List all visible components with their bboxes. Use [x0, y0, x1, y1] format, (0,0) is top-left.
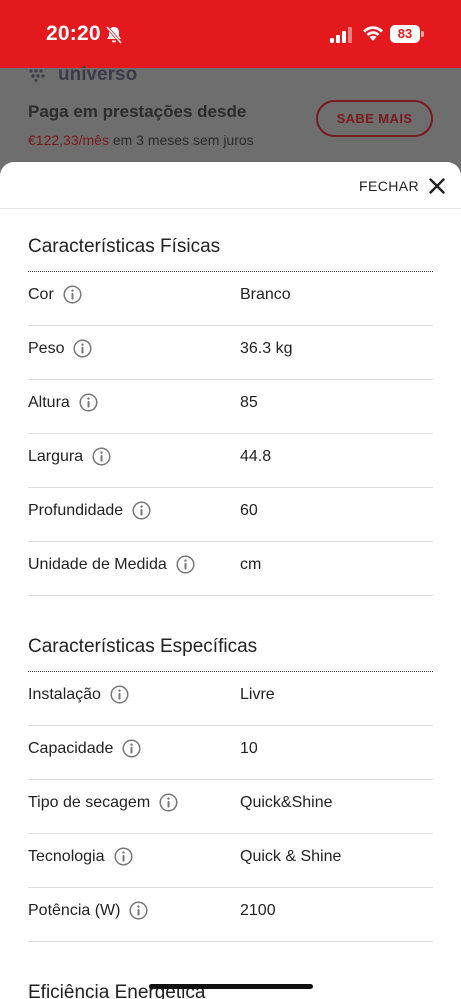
spec-label-text: Tipo de secagem: [28, 793, 151, 811]
info-icon[interactable]: [79, 393, 98, 412]
spec-row: Unidade de Medida cm: [28, 542, 433, 596]
battery-level: 83: [390, 25, 420, 43]
spec-value: 85: [240, 394, 258, 411]
info-icon[interactable]: [73, 339, 93, 358]
spec-row: Tipo de secagem Quick&Shine: [28, 780, 433, 834]
info-icon[interactable]: [63, 285, 82, 304]
spec-row: Profundidade 60: [28, 488, 433, 542]
info-icon[interactable]: [159, 793, 178, 812]
info-icon[interactable]: [92, 447, 111, 466]
spec-row: Tecnologia Quick & Shine: [28, 834, 433, 888]
spec-label: Tecnologia: [28, 847, 133, 866]
spec-row: Altura 85: [28, 380, 433, 434]
spec-label: Profundidade: [28, 501, 151, 520]
info-icon[interactable]: [110, 685, 129, 704]
battery-cap: [421, 31, 424, 37]
installment-terms: em 3 meses sem juros: [108, 132, 254, 148]
wifi-icon: [363, 26, 383, 41]
info-icon[interactable]: [113, 847, 133, 866]
universo-logo: universo: [28, 64, 137, 86]
spec-value: 2100: [240, 902, 276, 919]
spec-label: Instalação: [28, 685, 129, 704]
spec-value: cm: [240, 556, 262, 573]
spec-label-text: Profundidade: [28, 501, 124, 519]
spec-value: Quick&Shine: [240, 794, 333, 811]
spec-label-text: Cor: [28, 285, 54, 303]
section-title: Características Específicas: [28, 636, 258, 657]
home-indicator: [149, 984, 313, 989]
spec-value: 60: [240, 502, 258, 519]
status-time: 20:20: [46, 22, 101, 45]
sheet-header: FECHAR: [0, 162, 461, 209]
spec-label: Largura: [28, 447, 111, 466]
spec-label-text: Potência (W): [28, 901, 121, 919]
info-icon[interactable]: [176, 555, 195, 574]
info-icon[interactable]: [132, 501, 151, 520]
bell-slash-icon: [105, 26, 123, 44]
spec-row: Peso 36.3 kg: [28, 326, 433, 380]
learn-more-button[interactable]: SABE MAIS: [316, 100, 433, 137]
spec-row: Potência (W) 2100: [28, 888, 433, 942]
spec-row: Capacidade 10: [28, 726, 433, 780]
specifications-sheet: FECHAR Características Físicas Cor Branco P…: [0, 162, 461, 999]
spec-value: 10: [240, 740, 258, 757]
spec-label-text: Capacidade: [28, 739, 114, 757]
spec-row: Largura 44.8: [28, 434, 433, 488]
spec-label: Peso: [28, 339, 93, 358]
cellular-signal-icon: [330, 27, 352, 43]
logo-dots-icon: [29, 69, 45, 82]
spec-label-text: Altura: [28, 393, 70, 411]
spec-row: Instalação Livre: [28, 672, 433, 726]
spec-value: Branco: [240, 286, 291, 303]
spec-value: Quick & Shine: [240, 848, 342, 865]
spec-label: Altura: [28, 393, 98, 412]
installment-price: €122,33/mês: [28, 132, 109, 148]
section-title: Características Físicas: [28, 236, 221, 257]
info-icon[interactable]: [122, 739, 141, 758]
spec-label: Cor: [28, 285, 82, 304]
spec-value: Livre: [240, 686, 275, 703]
spec-label: Potência (W): [28, 901, 149, 920]
spec-row: Cor Branco: [28, 272, 433, 326]
status-bar: 20:20 83: [0, 0, 461, 68]
installments-heading: Paga em prestações desde: [28, 102, 247, 121]
spec-label: Capacidade: [28, 739, 141, 758]
logo-text: universo: [58, 64, 138, 85]
spec-label-text: Instalação: [28, 685, 101, 703]
battery-icon: 83: [390, 25, 424, 43]
spec-label: Tipo de secagem: [28, 793, 178, 812]
spec-label-text: Unidade de Medida: [28, 555, 167, 573]
spec-label-text: Largura: [28, 447, 84, 465]
spec-label-text: Tecnologia: [28, 847, 105, 865]
close-label: FECHAR: [359, 178, 419, 194]
spec-label-text: Peso: [28, 339, 65, 357]
close-button[interactable]: FECHAR: [359, 174, 445, 198]
info-icon[interactable]: [129, 901, 149, 920]
installments-subtext: €122,33/mês em 3 meses sem juros: [28, 132, 254, 148]
spec-value: 44.8: [240, 448, 272, 465]
spec-value: 36.3 kg: [240, 340, 293, 357]
close-icon: [429, 178, 445, 194]
spec-label: Unidade de Medida: [28, 555, 195, 574]
